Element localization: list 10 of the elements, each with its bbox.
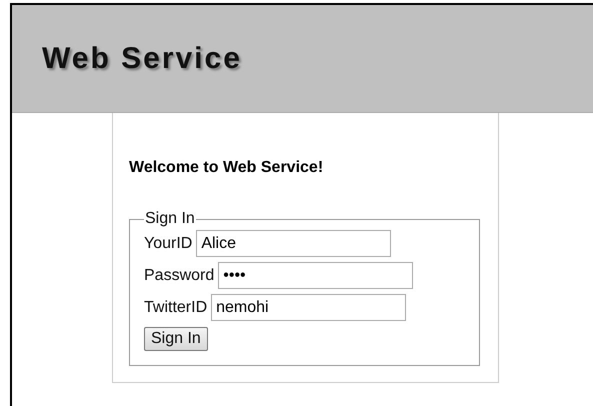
input-field[interactable]: •••• xyxy=(218,262,414,289)
welcome-heading: Welcome to Web Service! xyxy=(129,159,324,177)
field-label: YourID xyxy=(144,234,192,252)
field-label: Password xyxy=(144,266,214,284)
input-field[interactable]: nemohi xyxy=(211,294,406,321)
site-title: Web Service xyxy=(42,42,242,76)
group-legend: Sign In xyxy=(144,210,196,228)
field-label: TwitterID xyxy=(144,298,208,316)
sign-in-button[interactable]: Sign In xyxy=(144,327,208,351)
input-field[interactable]: Alice xyxy=(196,230,392,257)
